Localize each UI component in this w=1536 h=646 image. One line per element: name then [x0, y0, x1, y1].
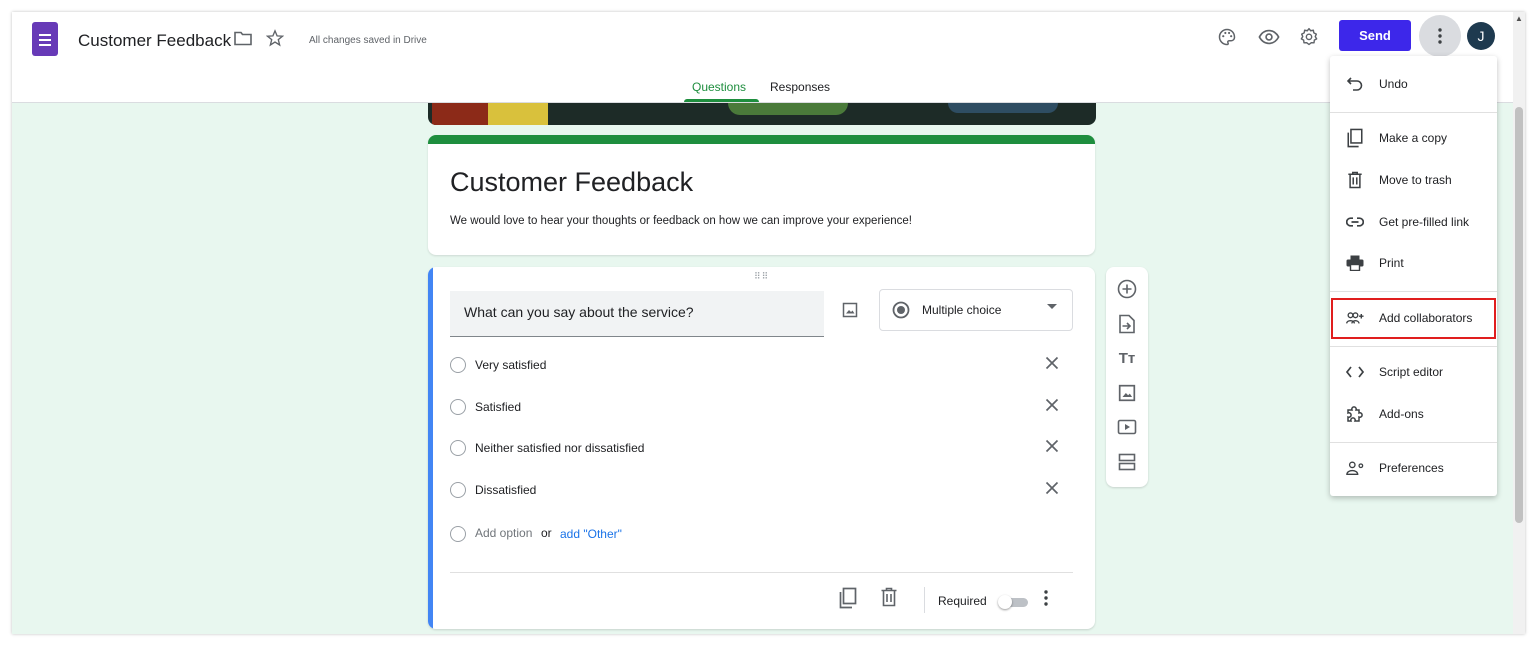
forms-logo-icon[interactable]: [32, 22, 58, 56]
trash-icon: [1346, 171, 1364, 189]
required-label: Required: [938, 594, 987, 608]
menu-item-preferences[interactable]: Preferences: [1330, 450, 1497, 486]
print-icon: [1346, 254, 1364, 272]
settings-gear-icon[interactable]: [1297, 25, 1321, 49]
menu-item-add-ons[interactable]: Add-ons: [1330, 396, 1497, 432]
menu-item-label: Get pre-filled link: [1379, 215, 1470, 229]
form-title-card[interactable]: Customer Feedback We would love to hear …: [428, 135, 1095, 255]
puzzle-icon: [1346, 405, 1364, 423]
forms-window: Customer Feedback All changes saved in D…: [12, 12, 1525, 634]
star-icon[interactable]: [265, 29, 285, 52]
theme-color-strip: [428, 135, 1095, 144]
radio-circle-icon: [450, 482, 466, 498]
radio-circle-icon: [450, 440, 466, 456]
import-questions-icon[interactable]: [1117, 314, 1137, 334]
document-title[interactable]: Customer Feedback: [78, 31, 231, 51]
radio-circle-icon: [450, 526, 466, 542]
question-type-label: Multiple choice: [922, 303, 1002, 317]
menu-item-move-to-trash[interactable]: Move to trash: [1330, 162, 1497, 198]
menu-item-label: Script editor: [1379, 365, 1444, 379]
menu-divider: [1330, 291, 1497, 292]
menu-divider: [1330, 112, 1497, 113]
radio-circle-icon: [450, 357, 466, 373]
copy-icon: [1346, 128, 1364, 148]
delete-trash-icon[interactable]: [880, 587, 898, 612]
menu-item-print[interactable]: Print: [1330, 245, 1497, 281]
save-status: All changes saved in Drive: [309, 35, 427, 46]
add-question-icon[interactable]: [1117, 279, 1137, 299]
question-title-input[interactable]: What can you say about the service?: [450, 291, 824, 337]
add-title-text-icon[interactable]: Tт: [1117, 348, 1137, 368]
top-bar: Customer Feedback All changes saved in D…: [12, 12, 1525, 103]
option-label[interactable]: Very satisfied: [475, 358, 546, 372]
active-question-indicator: [428, 267, 433, 629]
add-section-icon[interactable]: [1117, 452, 1137, 472]
required-toggle[interactable]: [998, 595, 1030, 609]
add-image-icon[interactable]: [1117, 383, 1137, 403]
more-options-button[interactable]: [1419, 15, 1461, 57]
footer-separator: [924, 587, 925, 613]
undo-icon: [1346, 75, 1364, 93]
add-video-icon[interactable]: [1117, 417, 1137, 437]
question-type-dropdown[interactable]: Multiple choice: [879, 289, 1073, 331]
tab-questions[interactable]: Questions: [692, 80, 746, 94]
option-row[interactable]: Dissatisfied: [450, 479, 1070, 503]
page-scrollbar[interactable]: ▲: [1513, 12, 1525, 634]
remove-option-close-icon[interactable]: [1044, 355, 1060, 371]
menu-item-label: Preferences: [1379, 461, 1444, 475]
link-icon: [1346, 213, 1364, 231]
header-image: [428, 103, 1096, 125]
option-label[interactable]: Dissatisfied: [475, 483, 536, 497]
send-button[interactable]: Send: [1339, 20, 1411, 51]
option-label[interactable]: Neither satisfied nor dissatisfied: [475, 441, 644, 455]
code-icon: [1346, 363, 1364, 381]
menu-item-label: Undo: [1379, 77, 1408, 91]
floating-toolbar: Tт: [1106, 267, 1148, 487]
scrollbar-thumb[interactable]: [1515, 107, 1523, 523]
add-option-link[interactable]: Add option: [475, 526, 532, 540]
preview-eye-icon[interactable]: [1257, 25, 1281, 49]
menu-item-script-editor[interactable]: Script editor: [1330, 354, 1497, 390]
dropdown-arrow-icon: [1047, 304, 1057, 309]
remove-option-close-icon[interactable]: [1044, 480, 1060, 496]
tab-responses[interactable]: Responses: [770, 80, 830, 94]
or-text: or: [541, 526, 552, 540]
form-title[interactable]: Customer Feedback: [450, 167, 693, 198]
folder-icon[interactable]: [234, 30, 252, 51]
menu-item-label: Print: [1379, 256, 1404, 270]
menu-item-undo[interactable]: Undo: [1330, 66, 1497, 102]
footer-divider: [450, 572, 1073, 573]
highlight-box: [1331, 298, 1496, 339]
menu-item-label: Add-ons: [1379, 407, 1424, 421]
user-avatar[interactable]: J: [1467, 22, 1495, 50]
option-label[interactable]: Satisfied: [475, 400, 521, 414]
menu-divider: [1330, 442, 1497, 443]
preferences-icon: [1346, 459, 1364, 477]
form-description[interactable]: We would love to hear your thoughts or f…: [450, 215, 912, 227]
menu-item-make-a-copy[interactable]: Make a copy: [1330, 120, 1497, 156]
menu-item-get-pre-filled-link[interactable]: Get pre-filled link: [1330, 204, 1497, 240]
more-vert-icon: [1438, 28, 1442, 44]
remove-option-close-icon[interactable]: [1044, 397, 1060, 413]
active-tab-indicator: [684, 99, 759, 102]
menu-item-label: Move to trash: [1379, 173, 1452, 187]
add-image-icon[interactable]: [842, 302, 858, 323]
menu-divider: [1330, 346, 1497, 347]
option-row[interactable]: Neither satisfied nor dissatisfied: [450, 437, 1070, 461]
remove-option-close-icon[interactable]: [1044, 438, 1060, 454]
question-card[interactable]: ⠿⠿ What can you say about the service? M…: [428, 267, 1095, 629]
palette-icon[interactable]: [1215, 25, 1239, 49]
drag-handle-icon[interactable]: ⠿⠿: [754, 271, 769, 282]
menu-item-label: Make a copy: [1379, 131, 1448, 145]
duplicate-copy-icon[interactable]: [838, 587, 858, 614]
radio-button-checked-icon: [892, 301, 910, 319]
radio-circle-icon: [450, 399, 466, 415]
more-options-menu: Undo Make a copy Move to trash Get pre-f…: [1330, 56, 1497, 496]
option-row[interactable]: Satisfied: [450, 396, 1070, 420]
option-row[interactable]: Very satisfied: [450, 354, 1070, 378]
add-option-row: Add option or add "Other": [450, 523, 850, 547]
add-other-link[interactable]: add "Other": [560, 527, 622, 541]
more-vert-icon[interactable]: [1043, 589, 1049, 612]
scroll-up-arrow-icon[interactable]: ▲: [1515, 14, 1523, 23]
